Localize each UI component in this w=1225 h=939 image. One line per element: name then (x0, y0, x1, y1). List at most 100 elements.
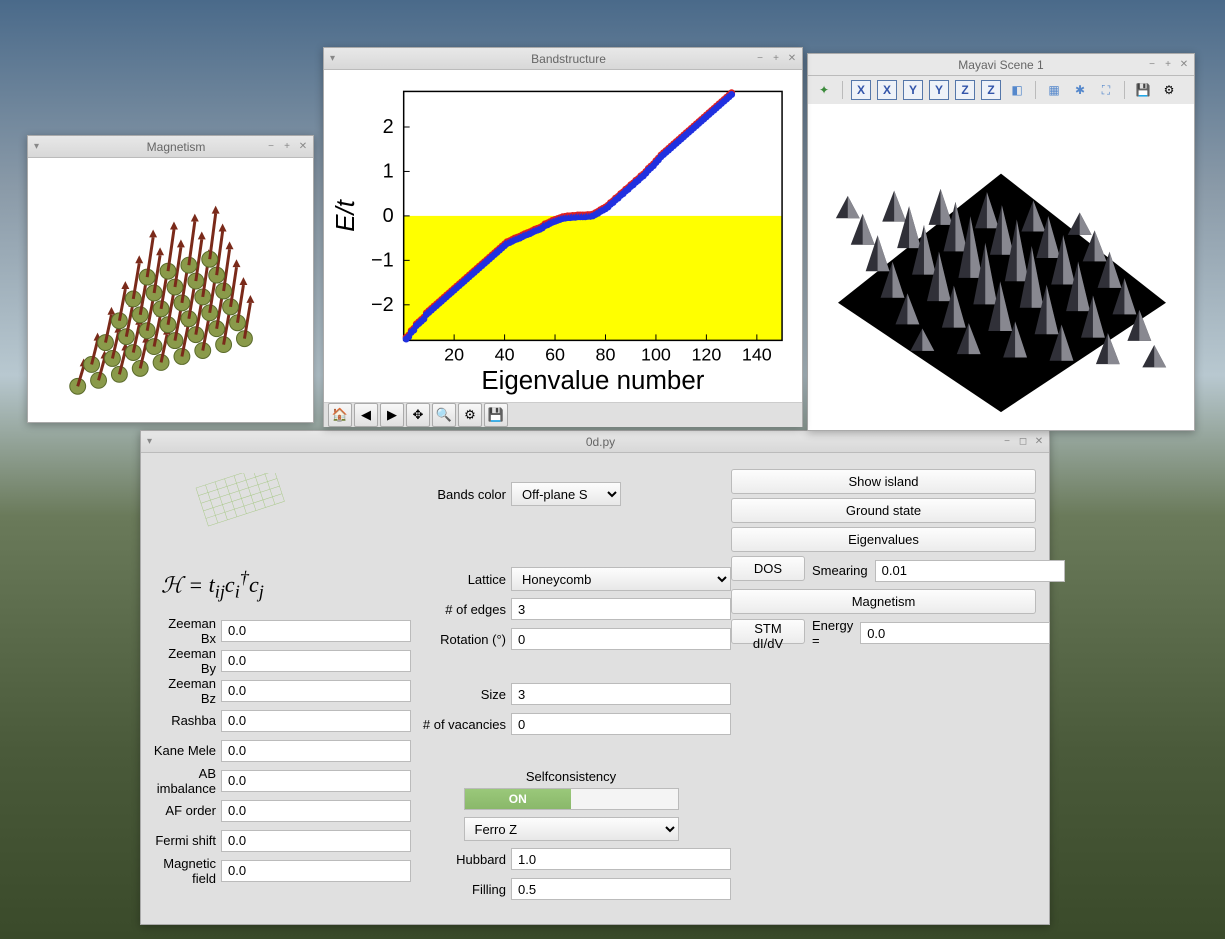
view-y-neg-icon[interactable]: Y (929, 80, 949, 100)
lattice-select[interactable]: Honeycomb (511, 567, 731, 591)
field-input-rashba[interactable] (221, 710, 411, 732)
field-input-fermi-shift[interactable] (221, 830, 411, 852)
maximize-icon[interactable]: + (1162, 59, 1174, 71)
main-title: 0d.py (152, 435, 1049, 449)
svg-text:−2: −2 (371, 294, 394, 316)
size-label: Size (411, 687, 511, 702)
pan-icon[interactable]: ✥ (406, 403, 430, 427)
minimize-icon[interactable]: − (1146, 59, 1158, 71)
field-input-zeeman-bx[interactable] (221, 620, 411, 642)
svg-text:40: 40 (495, 344, 515, 364)
magnetism-button[interactable]: Magnetism (731, 589, 1036, 614)
close-icon[interactable]: ✕ (1178, 59, 1190, 71)
mayavi-toolbar: ✦ X X Y Y Z Z ◧ ▦ ✱ ⛶ 💾 ⚙ (808, 76, 1194, 104)
svg-text:80: 80 (596, 344, 616, 364)
svg-text:1: 1 (383, 160, 394, 182)
mayavi-titlebar[interactable]: Mayavi Scene 1 − + ✕ (808, 54, 1194, 76)
view-x-pos-icon[interactable]: X (851, 80, 871, 100)
field-label: Magnetic field (151, 856, 221, 886)
close-icon[interactable]: ✕ (297, 141, 309, 153)
field-input-ab-imbalance[interactable] (221, 770, 411, 792)
settings-icon[interactable]: ⚙ (1159, 80, 1179, 100)
size-input[interactable] (511, 683, 731, 705)
maximize-icon[interactable]: + (281, 141, 293, 153)
band-chart[interactable]: 20406080100120140−2−1012Eigenvalue numbe… (324, 70, 802, 402)
configure-icon[interactable]: ⚙ (458, 403, 482, 427)
smearing-input[interactable] (875, 560, 1065, 582)
view-x-neg-icon[interactable]: X (877, 80, 897, 100)
rotation-input[interactable] (511, 628, 731, 650)
vacancies-input[interactable] (511, 713, 731, 735)
minimize-icon[interactable]: − (754, 53, 766, 65)
maximize-icon[interactable]: ◻ (1017, 436, 1029, 448)
svg-text:60: 60 (545, 344, 565, 364)
field-input-zeeman-by[interactable] (221, 650, 411, 672)
field-label: Zeeman Bz (151, 676, 221, 706)
forward-icon[interactable]: ▶ (380, 403, 404, 427)
parallel-icon[interactable]: ▦ (1044, 80, 1064, 100)
maximize-icon[interactable]: + (770, 53, 782, 65)
energy-input[interactable] (860, 622, 1050, 644)
home-icon[interactable]: 🏠 (328, 403, 352, 427)
fullscreen-icon[interactable]: ⛶ (1096, 80, 1116, 100)
field-input-zeeman-bz[interactable] (221, 680, 411, 702)
mpl-toolbar: 🏠 ◀ ▶ ✥ 🔍 ⚙ 💾 (324, 402, 802, 427)
svg-text:120: 120 (691, 344, 721, 364)
view-z-pos-icon[interactable]: Z (955, 80, 975, 100)
zoom-icon[interactable]: 🔍 (432, 403, 456, 427)
field-label: AF order (151, 803, 221, 818)
view-y-pos-icon[interactable]: Y (903, 80, 923, 100)
close-icon[interactable]: ✕ (1033, 436, 1045, 448)
mayavi-scene[interactable] (808, 104, 1194, 430)
hamiltonian-equation: ℋ = tijci†cj (161, 568, 411, 603)
view-z-neg-icon[interactable]: Z (981, 80, 1001, 100)
save-scene-icon[interactable]: 💾 (1133, 80, 1153, 100)
mayavi-window: Mayavi Scene 1 − + ✕ ✦ X X Y Y Z Z ◧ ▦ ✱… (807, 53, 1195, 431)
svg-text:Eigenvalue number: Eigenvalue number (481, 367, 704, 395)
dos-button[interactable]: DOS (731, 556, 805, 581)
smearing-label: Smearing (809, 563, 871, 578)
hubbard-label: Hubbard (411, 852, 511, 867)
field-input-magnetic-field[interactable] (221, 860, 411, 882)
selfconsistency-toggle[interactable]: ON (464, 788, 679, 810)
field-input-kane-mele[interactable] (221, 740, 411, 762)
show-island-button[interactable]: Show island (731, 469, 1036, 494)
main-titlebar[interactable]: ▾ 0d.py − ◻ ✕ (141, 431, 1049, 453)
minimize-icon[interactable]: − (265, 141, 277, 153)
axes-toggle-icon[interactable]: ✱ (1070, 80, 1090, 100)
save-icon[interactable]: 💾 (484, 403, 508, 427)
field-label: Kane Mele (151, 743, 221, 758)
isometric-icon[interactable]: ◧ (1007, 80, 1027, 100)
edges-input[interactable] (511, 598, 731, 620)
band-title: Bandstructure (335, 52, 802, 66)
bands-color-select[interactable]: Off-plane S (511, 482, 621, 506)
back-icon[interactable]: ◀ (354, 403, 378, 427)
lattice-preview (181, 473, 291, 543)
svg-text:100: 100 (641, 344, 671, 364)
axes-icon[interactable]: ✦ (814, 80, 834, 100)
scf-type-select[interactable]: Ferro Z (464, 817, 679, 841)
magnetism-titlebar[interactable]: ▾ Magnetism − + ✕ (28, 136, 313, 158)
field-input-af-order[interactable] (221, 800, 411, 822)
eigenvalues-button[interactable]: Eigenvalues (731, 527, 1036, 552)
svg-text:−1: −1 (371, 249, 394, 271)
main-window: ▾ 0d.py − ◻ ✕ (140, 430, 1050, 925)
field-label: Zeeman Bx (151, 616, 221, 646)
filling-input[interactable] (511, 878, 731, 900)
hubbard-input[interactable] (511, 848, 731, 870)
minimize-icon[interactable]: − (1001, 436, 1013, 448)
vacancies-label: # of vacancies (411, 717, 511, 732)
edges-label: # of edges (411, 602, 511, 617)
band-titlebar[interactable]: ▾ Bandstructure − + ✕ (324, 48, 802, 70)
ground-state-button[interactable]: Ground state (731, 498, 1036, 523)
svg-text:2: 2 (383, 116, 394, 138)
svg-text:140: 140 (742, 344, 772, 364)
field-label: Fermi shift (151, 833, 221, 848)
bands-color-label: Bands color (411, 487, 511, 502)
energy-label: Energy = (809, 618, 856, 648)
stm-button[interactable]: STM dI/dV (731, 619, 805, 644)
magnetism-scene[interactable] (28, 158, 313, 422)
field-label: Rashba (151, 713, 221, 728)
field-label: Zeeman By (151, 646, 221, 676)
close-icon[interactable]: ✕ (786, 53, 798, 65)
